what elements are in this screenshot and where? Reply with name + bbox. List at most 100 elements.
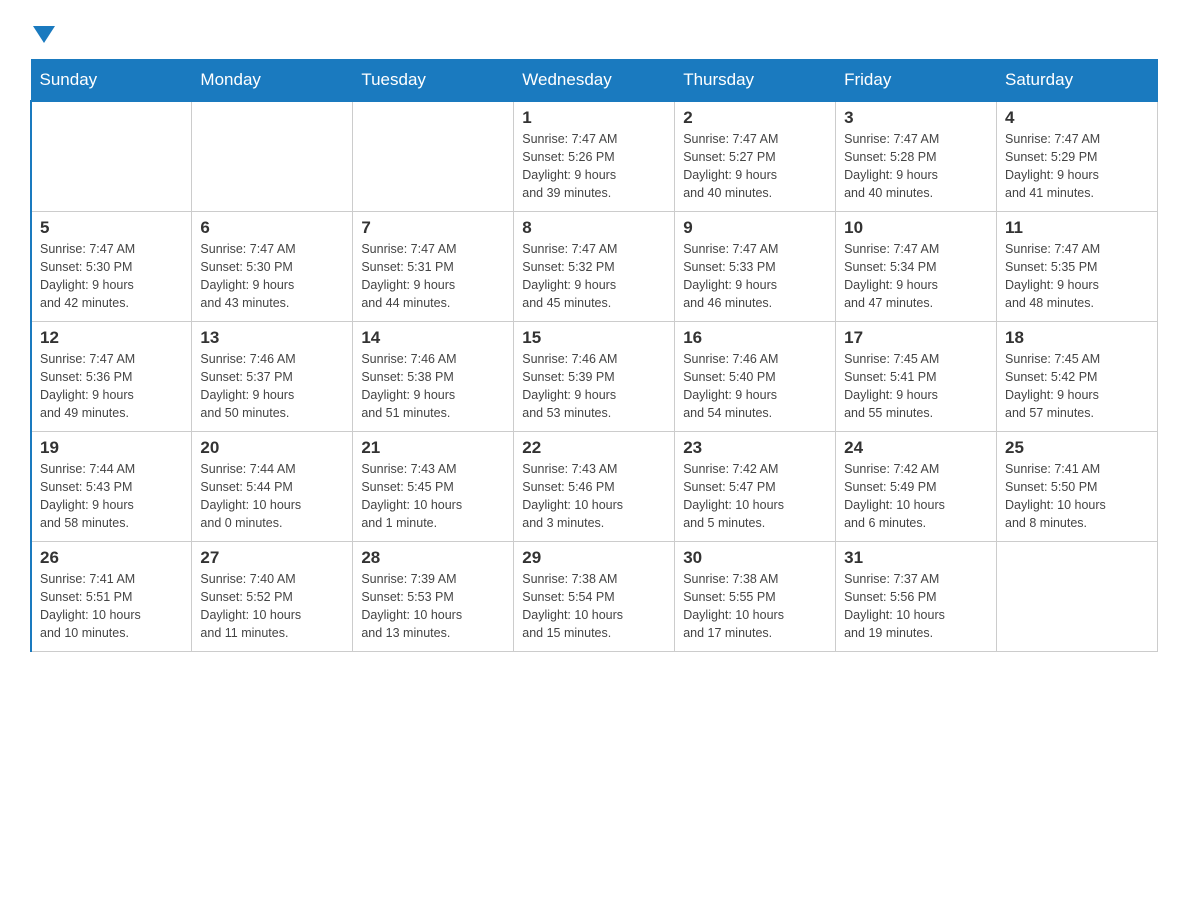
day-number: 16 [683,328,827,348]
day-number: 6 [200,218,344,238]
day-info: Sunrise: 7:46 AM Sunset: 5:39 PM Dayligh… [522,350,666,423]
day-number: 12 [40,328,183,348]
day-info: Sunrise: 7:47 AM Sunset: 5:31 PM Dayligh… [361,240,505,313]
day-info: Sunrise: 7:46 AM Sunset: 5:40 PM Dayligh… [683,350,827,423]
calendar-cell [997,541,1158,651]
day-info: Sunrise: 7:41 AM Sunset: 5:50 PM Dayligh… [1005,460,1149,533]
weekday-header-thursday: Thursday [675,60,836,102]
day-number: 25 [1005,438,1149,458]
page-header [30,20,1158,39]
calendar-cell: 4Sunrise: 7:47 AM Sunset: 5:29 PM Daylig… [997,101,1158,211]
calendar-cell: 21Sunrise: 7:43 AM Sunset: 5:45 PM Dayli… [353,431,514,541]
calendar-week-row: 12Sunrise: 7:47 AM Sunset: 5:36 PM Dayli… [31,321,1158,431]
calendar-cell: 2Sunrise: 7:47 AM Sunset: 5:27 PM Daylig… [675,101,836,211]
day-number: 7 [361,218,505,238]
calendar-cell: 16Sunrise: 7:46 AM Sunset: 5:40 PM Dayli… [675,321,836,431]
day-number: 10 [844,218,988,238]
day-number: 5 [40,218,183,238]
day-number: 11 [1005,218,1149,238]
weekday-header-monday: Monday [192,60,353,102]
day-number: 1 [522,108,666,128]
day-info: Sunrise: 7:43 AM Sunset: 5:45 PM Dayligh… [361,460,505,533]
calendar-cell: 18Sunrise: 7:45 AM Sunset: 5:42 PM Dayli… [997,321,1158,431]
calendar-cell: 17Sunrise: 7:45 AM Sunset: 5:41 PM Dayli… [836,321,997,431]
day-info: Sunrise: 7:47 AM Sunset: 5:33 PM Dayligh… [683,240,827,313]
day-number: 28 [361,548,505,568]
day-number: 31 [844,548,988,568]
calendar-cell: 28Sunrise: 7:39 AM Sunset: 5:53 PM Dayli… [353,541,514,651]
day-info: Sunrise: 7:47 AM Sunset: 5:36 PM Dayligh… [40,350,183,423]
day-info: Sunrise: 7:47 AM Sunset: 5:32 PM Dayligh… [522,240,666,313]
calendar-cell: 22Sunrise: 7:43 AM Sunset: 5:46 PM Dayli… [514,431,675,541]
day-info: Sunrise: 7:47 AM Sunset: 5:26 PM Dayligh… [522,130,666,203]
calendar-cell: 6Sunrise: 7:47 AM Sunset: 5:30 PM Daylig… [192,211,353,321]
day-info: Sunrise: 7:44 AM Sunset: 5:43 PM Dayligh… [40,460,183,533]
calendar-week-row: 26Sunrise: 7:41 AM Sunset: 5:51 PM Dayli… [31,541,1158,651]
calendar-cell: 14Sunrise: 7:46 AM Sunset: 5:38 PM Dayli… [353,321,514,431]
calendar-cell: 10Sunrise: 7:47 AM Sunset: 5:34 PM Dayli… [836,211,997,321]
day-info: Sunrise: 7:46 AM Sunset: 5:37 PM Dayligh… [200,350,344,423]
day-number: 17 [844,328,988,348]
day-info: Sunrise: 7:38 AM Sunset: 5:54 PM Dayligh… [522,570,666,643]
day-info: Sunrise: 7:47 AM Sunset: 5:27 PM Dayligh… [683,130,827,203]
day-info: Sunrise: 7:38 AM Sunset: 5:55 PM Dayligh… [683,570,827,643]
weekday-header-sunday: Sunday [31,60,192,102]
day-info: Sunrise: 7:47 AM Sunset: 5:28 PM Dayligh… [844,130,988,203]
calendar-cell: 12Sunrise: 7:47 AM Sunset: 5:36 PM Dayli… [31,321,192,431]
day-number: 21 [361,438,505,458]
day-number: 19 [40,438,183,458]
day-number: 15 [522,328,666,348]
weekday-header-wednesday: Wednesday [514,60,675,102]
day-number: 9 [683,218,827,238]
day-number: 8 [522,218,666,238]
calendar-cell: 20Sunrise: 7:44 AM Sunset: 5:44 PM Dayli… [192,431,353,541]
day-number: 22 [522,438,666,458]
weekday-header-tuesday: Tuesday [353,60,514,102]
day-number: 20 [200,438,344,458]
logo-triangle-icon [33,26,55,43]
calendar-cell: 31Sunrise: 7:37 AM Sunset: 5:56 PM Dayli… [836,541,997,651]
weekday-header-friday: Friday [836,60,997,102]
logo [30,20,55,39]
calendar-week-row: 1Sunrise: 7:47 AM Sunset: 5:26 PM Daylig… [31,101,1158,211]
day-info: Sunrise: 7:47 AM Sunset: 5:29 PM Dayligh… [1005,130,1149,203]
day-info: Sunrise: 7:44 AM Sunset: 5:44 PM Dayligh… [200,460,344,533]
day-info: Sunrise: 7:37 AM Sunset: 5:56 PM Dayligh… [844,570,988,643]
day-info: Sunrise: 7:40 AM Sunset: 5:52 PM Dayligh… [200,570,344,643]
day-info: Sunrise: 7:47 AM Sunset: 5:34 PM Dayligh… [844,240,988,313]
day-number: 18 [1005,328,1149,348]
weekday-header-saturday: Saturday [997,60,1158,102]
calendar-cell [31,101,192,211]
day-number: 29 [522,548,666,568]
calendar-body: 1Sunrise: 7:47 AM Sunset: 5:26 PM Daylig… [31,101,1158,651]
calendar-cell: 30Sunrise: 7:38 AM Sunset: 5:55 PM Dayli… [675,541,836,651]
day-number: 23 [683,438,827,458]
calendar-cell: 11Sunrise: 7:47 AM Sunset: 5:35 PM Dayli… [997,211,1158,321]
day-number: 4 [1005,108,1149,128]
calendar-cell: 3Sunrise: 7:47 AM Sunset: 5:28 PM Daylig… [836,101,997,211]
calendar-cell: 5Sunrise: 7:47 AM Sunset: 5:30 PM Daylig… [31,211,192,321]
calendar-cell: 25Sunrise: 7:41 AM Sunset: 5:50 PM Dayli… [997,431,1158,541]
calendar-cell: 8Sunrise: 7:47 AM Sunset: 5:32 PM Daylig… [514,211,675,321]
calendar-cell: 7Sunrise: 7:47 AM Sunset: 5:31 PM Daylig… [353,211,514,321]
day-info: Sunrise: 7:47 AM Sunset: 5:35 PM Dayligh… [1005,240,1149,313]
day-info: Sunrise: 7:43 AM Sunset: 5:46 PM Dayligh… [522,460,666,533]
calendar-cell: 19Sunrise: 7:44 AM Sunset: 5:43 PM Dayli… [31,431,192,541]
day-number: 13 [200,328,344,348]
day-info: Sunrise: 7:47 AM Sunset: 5:30 PM Dayligh… [200,240,344,313]
calendar-week-row: 19Sunrise: 7:44 AM Sunset: 5:43 PM Dayli… [31,431,1158,541]
day-number: 3 [844,108,988,128]
day-info: Sunrise: 7:45 AM Sunset: 5:41 PM Dayligh… [844,350,988,423]
calendar-header: SundayMondayTuesdayWednesdayThursdayFrid… [31,60,1158,102]
day-number: 14 [361,328,505,348]
calendar-cell: 9Sunrise: 7:47 AM Sunset: 5:33 PM Daylig… [675,211,836,321]
calendar-cell: 23Sunrise: 7:42 AM Sunset: 5:47 PM Dayli… [675,431,836,541]
day-info: Sunrise: 7:42 AM Sunset: 5:47 PM Dayligh… [683,460,827,533]
day-info: Sunrise: 7:47 AM Sunset: 5:30 PM Dayligh… [40,240,183,313]
day-info: Sunrise: 7:46 AM Sunset: 5:38 PM Dayligh… [361,350,505,423]
calendar-cell: 13Sunrise: 7:46 AM Sunset: 5:37 PM Dayli… [192,321,353,431]
calendar-week-row: 5Sunrise: 7:47 AM Sunset: 5:30 PM Daylig… [31,211,1158,321]
day-number: 26 [40,548,183,568]
calendar-cell [353,101,514,211]
calendar-cell: 29Sunrise: 7:38 AM Sunset: 5:54 PM Dayli… [514,541,675,651]
